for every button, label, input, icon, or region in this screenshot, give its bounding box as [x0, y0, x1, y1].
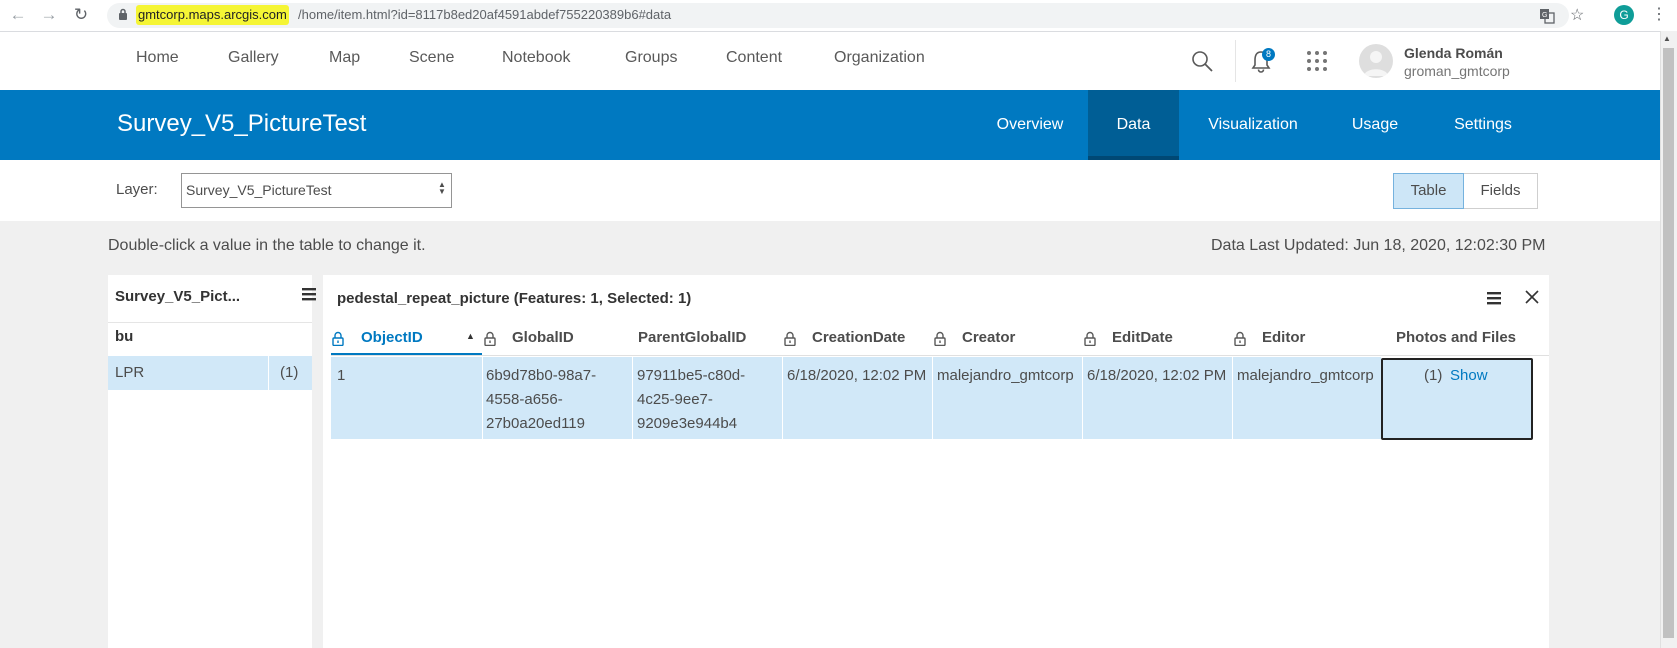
lock-icon — [484, 331, 496, 346]
nav-notebook[interactable]: Notebook — [502, 49, 571, 67]
user-name[interactable]: Glenda Román — [1404, 45, 1503, 61]
url-path: /home/item.html?id=8117b8ed20af4591abdef… — [298, 7, 672, 22]
attachment-count: (1) — [1424, 367, 1443, 384]
nav-content[interactable]: Content — [726, 49, 782, 67]
translate-icon[interactable]: G — [1539, 8, 1555, 24]
back-arrow-icon[interactable]: ← — [7, 4, 29, 26]
layer-label: Layer: — [116, 181, 158, 198]
column-header-editor[interactable]: Editor — [1262, 329, 1305, 351]
app-launcher-grid-icon[interactable] — [1306, 50, 1328, 72]
table-menu-icon[interactable] — [1487, 290, 1501, 306]
svg-text:G: G — [1542, 12, 1547, 19]
last-updated: Data Last Updated: Jun 18, 2020, 12:02:3… — [1211, 237, 1546, 254]
nav-home[interactable]: Home — [136, 49, 179, 67]
table-header-divider — [331, 355, 1549, 356]
browser-profile-avatar[interactable]: G — [1614, 5, 1634, 25]
list-item-label: LPR — [115, 364, 145, 381]
column-divider — [932, 357, 933, 439]
reload-icon[interactable]: ↻ — [70, 4, 92, 26]
tab-settings[interactable]: Settings — [1443, 90, 1523, 160]
nav-groups[interactable]: Groups — [625, 49, 677, 67]
tab-usage[interactable]: Usage — [1333, 90, 1417, 160]
user-silhouette-icon — [1364, 51, 1388, 76]
forward-arrow-icon[interactable]: → — [38, 4, 60, 26]
column-header-creationdate[interactable]: CreationDate — [812, 329, 905, 351]
column-header-creator[interactable]: Creator — [962, 329, 1015, 351]
fields-view-button[interactable]: Fields — [1464, 173, 1538, 209]
cell-globalid[interactable]: 6b9d78b0-98a7-4558-a656-27b0a20ed119 — [486, 364, 626, 436]
column-header-globalid[interactable]: GlobalID — [512, 329, 574, 351]
page-title: Survey_V5_PictureTest — [117, 110, 367, 137]
nav-scene[interactable]: Scene — [409, 49, 454, 67]
lock-icon — [784, 331, 796, 346]
cell-objectid[interactable]: 1 — [337, 364, 477, 388]
column-divider — [1232, 357, 1233, 439]
filter-panel — [108, 275, 312, 648]
lock-icon — [1234, 331, 1246, 346]
list-item-divider — [268, 356, 269, 390]
column-divider — [1082, 357, 1083, 439]
column-divider — [482, 357, 483, 439]
scroll-thumb[interactable] — [1663, 48, 1674, 638]
tab-data[interactable]: Data — [1088, 90, 1179, 160]
cell-creator[interactable]: malejandro_gmtcorp — [937, 364, 1082, 390]
column-header-photos[interactable]: Photos and Files — [1396, 329, 1516, 351]
cell-parentglobalid[interactable]: 97911be5-c80d-4c25-9ee7-9209e3e944b4 — [637, 364, 777, 436]
column-divider — [782, 357, 783, 439]
user-handle: groman_gmtcorp — [1404, 63, 1510, 79]
scroll-up-arrow-icon[interactable]: ▲ — [1663, 34, 1671, 43]
lock-icon — [934, 331, 946, 346]
show-attachments-link[interactable]: Show — [1450, 364, 1488, 388]
lock-icon — [332, 331, 344, 346]
notification-count-badge: 8 — [1262, 48, 1275, 61]
nav-gallery[interactable]: Gallery — [228, 49, 279, 67]
nav-map[interactable]: Map — [329, 49, 360, 67]
column-header-parentglobalid[interactable]: ParentGlobalID — [638, 329, 746, 351]
edit-hint: Double-click a value in the table to cha… — [108, 237, 426, 254]
cell-editdate[interactable]: 6/18/2020, 12:02 PM — [1087, 364, 1227, 388]
column-header-editdate[interactable]: EditDate — [1112, 329, 1173, 351]
column-divider — [632, 357, 633, 439]
filter-field-name: bu — [115, 328, 134, 345]
tab-overview[interactable]: Overview — [978, 90, 1082, 160]
panel-divider — [108, 322, 312, 323]
close-icon[interactable] — [1524, 289, 1540, 305]
select-arrows-icon: ▲ ▼ — [438, 180, 446, 196]
lock-icon — [1084, 331, 1096, 346]
tab-visualization[interactable]: Visualization — [1197, 90, 1309, 160]
nav-divider — [1235, 40, 1236, 82]
table-title: pedestal_repeat_picture (Features: 1, Se… — [337, 290, 692, 307]
lock-icon — [119, 8, 127, 20]
user-avatar[interactable] — [1359, 44, 1393, 78]
sort-ascending-icon: ▲ — [466, 331, 475, 341]
browser-menu-icon[interactable]: ⋮ — [1651, 4, 1667, 24]
column-header-objectid[interactable]: ObjectID — [361, 329, 423, 351]
table-view-button[interactable]: Table — [1393, 173, 1464, 209]
nav-organization[interactable]: Organization — [834, 49, 925, 67]
panel-menu-icon[interactable] — [302, 286, 316, 302]
cell-creationdate[interactable]: 6/18/2020, 12:02 PM — [787, 364, 927, 388]
filter-panel-title: Survey_V5_Pict... — [115, 288, 241, 305]
cell-editor[interactable]: malejandro_gmtcorp — [1237, 364, 1381, 390]
url-host: gmtcorp.maps.arcgis.com — [136, 5, 289, 25]
bookmark-star-icon[interactable]: ☆ — [1570, 5, 1584, 25]
layer-select-value: Survey_V5_PictureTest — [186, 182, 332, 198]
list-item-count: (1) — [280, 364, 299, 381]
search-icon[interactable] — [1191, 50, 1213, 72]
